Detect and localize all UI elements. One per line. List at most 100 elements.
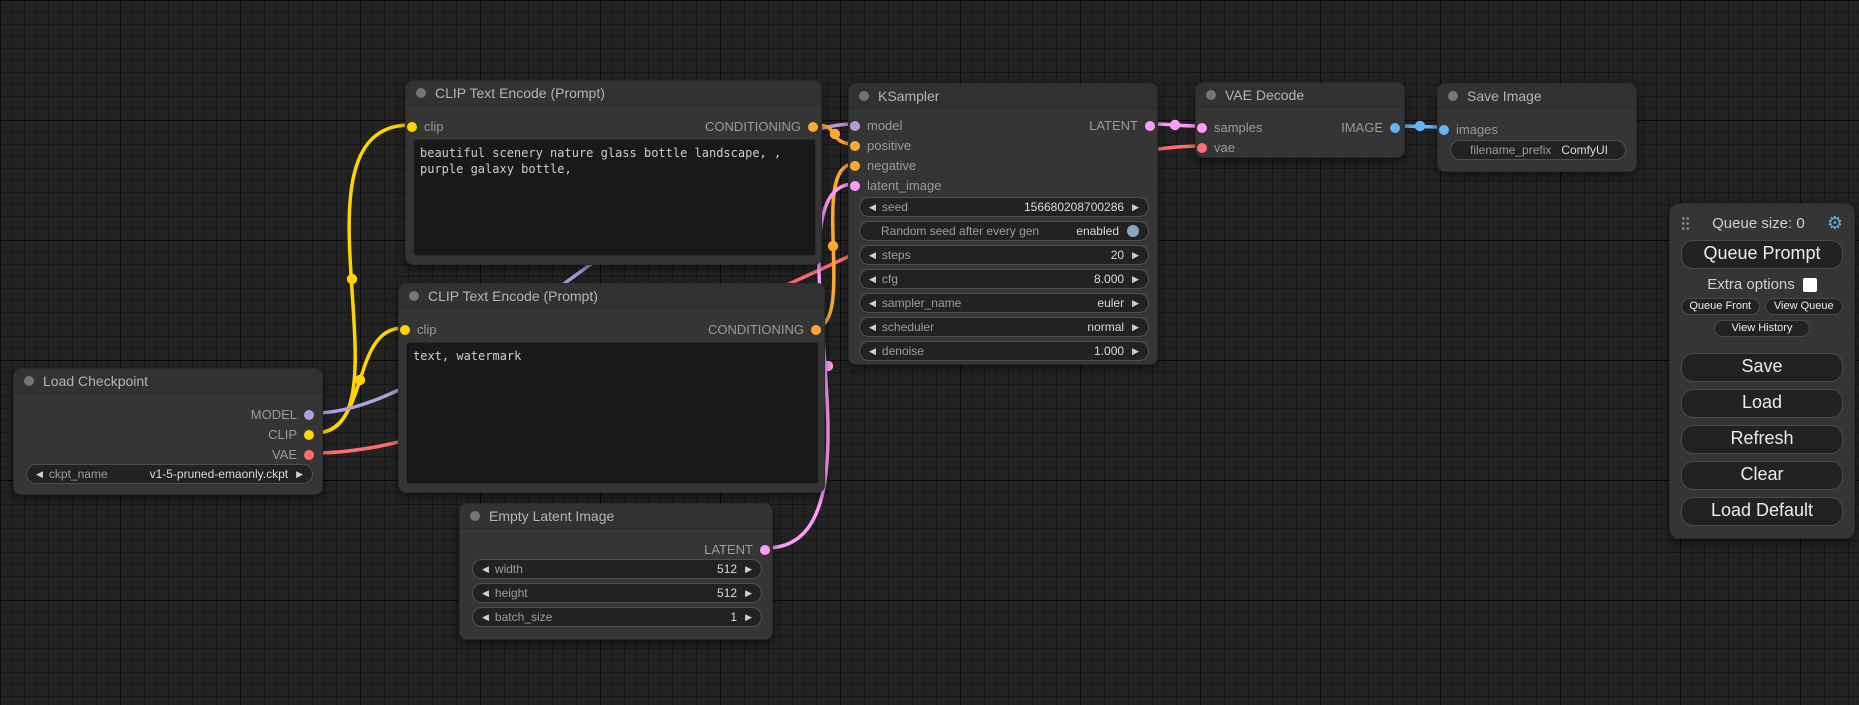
node-save-image[interactable]: Save Image images filename_prefix ComfyU…: [1437, 83, 1637, 172]
increment-arrow-icon[interactable]: ▶: [745, 589, 752, 598]
decrement-arrow-icon[interactable]: ◀: [869, 299, 876, 308]
model-port-icon[interactable]: [850, 121, 860, 131]
widget-value[interactable]: 156680208700286: [1024, 200, 1124, 214]
decrement-arrow-icon[interactable]: ◀: [869, 347, 876, 356]
collapse-dot-icon[interactable]: [470, 511, 480, 521]
widget-value[interactable]: 1.000: [1094, 344, 1124, 358]
widget-value[interactable]: 1: [730, 610, 737, 624]
latent-port-icon[interactable]: [760, 545, 770, 555]
denoise-widget[interactable]: ◀ denoise 1.000 ▶: [859, 341, 1149, 361]
node-load-checkpoint[interactable]: Load Checkpoint MODEL CLIP VAE ◀ ckpt_na…: [13, 368, 323, 495]
decrement-arrow-icon[interactable]: ◀: [869, 275, 876, 284]
widget-value[interactable]: 20: [1111, 248, 1124, 262]
collapse-dot-icon[interactable]: [24, 376, 34, 386]
latent-port-icon[interactable]: [850, 181, 860, 191]
input-port-positive[interactable]: positive: [850, 138, 911, 153]
decrement-arrow-icon[interactable]: ◀: [482, 613, 489, 622]
increment-arrow-icon[interactable]: ▶: [1132, 203, 1139, 212]
queue-prompt-button[interactable]: Queue Prompt: [1681, 240, 1843, 269]
clear-button[interactable]: Clear: [1681, 461, 1843, 490]
increment-arrow-icon[interactable]: ▶: [1132, 323, 1139, 332]
extra-options-checkbox[interactable]: [1803, 278, 1817, 292]
widget-value[interactable]: 512: [717, 562, 737, 576]
drag-handle-icon[interactable]: [1681, 216, 1690, 231]
refresh-button[interactable]: Refresh: [1681, 425, 1843, 454]
batch-size-widget[interactable]: ◀ batch_size 1 ▶: [472, 607, 762, 627]
collapse-dot-icon[interactable]: [859, 91, 869, 101]
output-port-conditioning[interactable]: CONDITIONING: [705, 119, 818, 134]
height-widget[interactable]: ◀ height 512 ▶: [472, 583, 762, 603]
input-port-vae[interactable]: vae: [1197, 140, 1235, 155]
decrement-arrow-icon[interactable]: ◀: [482, 589, 489, 598]
graph-canvas[interactable]: Load Checkpoint MODEL CLIP VAE ◀ ckpt_na…: [0, 0, 1859, 705]
node-clip-text-encode-positive[interactable]: CLIP Text Encode (Prompt) clip CONDITION…: [405, 80, 822, 265]
output-port-model[interactable]: MODEL: [251, 407, 314, 422]
input-port-model[interactable]: model: [850, 118, 902, 133]
node-title-bar[interactable]: VAE Decode: [1196, 83, 1404, 108]
input-port-clip[interactable]: clip: [400, 322, 437, 337]
clip-port-icon[interactable]: [400, 325, 410, 335]
node-title-bar[interactable]: KSampler: [849, 84, 1157, 109]
filename-prefix-widget[interactable]: filename_prefix ComfyUI: [1450, 140, 1626, 160]
input-port-images[interactable]: images: [1439, 122, 1498, 137]
prompt-textarea[interactable]: beautiful scenery nature glass bottle la…: [413, 139, 816, 256]
input-port-negative[interactable]: negative: [850, 158, 916, 173]
decrement-arrow-icon[interactable]: ◀: [869, 203, 876, 212]
collapse-dot-icon[interactable]: [409, 291, 419, 301]
model-port-icon[interactable]: [304, 410, 314, 420]
image-port-icon[interactable]: [1439, 125, 1449, 135]
load-button[interactable]: Load: [1681, 389, 1843, 418]
ckpt-name-widget[interactable]: ◀ ckpt_name v1-5-pruned-emaonly.ckpt ▶: [26, 464, 313, 484]
widget-value[interactable]: v1-5-pruned-emaonly.ckpt: [150, 467, 289, 481]
toggle-enabled-icon[interactable]: [1127, 225, 1139, 237]
output-port-clip[interactable]: CLIP: [268, 427, 314, 442]
prompt-textarea[interactable]: text, watermark: [406, 342, 819, 484]
widget-value[interactable]: normal: [1087, 320, 1124, 334]
scheduler-widget[interactable]: ◀ scheduler normal ▶: [859, 317, 1149, 337]
conditioning-port-icon[interactable]: [811, 325, 821, 335]
node-ksampler[interactable]: KSampler model positive negative latent_…: [848, 83, 1158, 365]
clip-port-icon[interactable]: [304, 430, 314, 440]
increment-arrow-icon[interactable]: ▶: [745, 565, 752, 574]
vae-port-icon[interactable]: [304, 450, 314, 460]
conditioning-port-icon[interactable]: [850, 161, 860, 171]
widget-value[interactable]: 8.000: [1094, 272, 1124, 286]
decrement-arrow-icon[interactable]: ◀: [869, 251, 876, 260]
decrement-arrow-icon[interactable]: ◀: [36, 470, 43, 479]
decrement-arrow-icon[interactable]: ◀: [869, 323, 876, 332]
sampler-name-widget[interactable]: ◀ sampler_name euler ▶: [859, 293, 1149, 313]
widget-value[interactable]: ComfyUI: [1561, 143, 1608, 157]
node-empty-latent-image[interactable]: Empty Latent Image LATENT ◀ width 512 ▶ …: [459, 503, 773, 640]
width-widget[interactable]: ◀ width 512 ▶: [472, 559, 762, 579]
load-default-button[interactable]: Load Default: [1681, 497, 1843, 526]
node-title-bar[interactable]: Save Image: [1438, 84, 1636, 109]
increment-arrow-icon[interactable]: ▶: [1132, 275, 1139, 284]
output-port-latent[interactable]: LATENT: [704, 542, 770, 557]
conditioning-port-icon[interactable]: [808, 122, 818, 132]
increment-arrow-icon[interactable]: ▶: [1132, 251, 1139, 260]
node-vae-decode[interactable]: VAE Decode samples vae IMAGE: [1195, 82, 1405, 158]
view-queue-button[interactable]: View Queue: [1765, 298, 1844, 315]
image-port-icon[interactable]: [1390, 123, 1400, 133]
collapse-dot-icon[interactable]: [416, 88, 426, 98]
output-port-image[interactable]: IMAGE: [1341, 120, 1400, 135]
queue-front-button[interactable]: Queue Front: [1681, 298, 1760, 315]
output-port-latent[interactable]: LATENT: [1089, 118, 1155, 133]
collapse-dot-icon[interactable]: [1448, 91, 1458, 101]
steps-widget[interactable]: ◀ steps 20 ▶: [859, 245, 1149, 265]
input-port-clip[interactable]: clip: [407, 119, 444, 134]
node-title-bar[interactable]: Empty Latent Image: [460, 504, 772, 529]
clip-port-icon[interactable]: [407, 122, 417, 132]
output-port-vae[interactable]: VAE: [272, 447, 314, 462]
decrement-arrow-icon[interactable]: ◀: [482, 565, 489, 574]
input-port-latent-image[interactable]: latent_image: [850, 178, 941, 193]
increment-arrow-icon[interactable]: ▶: [296, 470, 303, 479]
input-port-samples[interactable]: samples: [1197, 120, 1262, 135]
node-title-bar[interactable]: CLIP Text Encode (Prompt): [399, 284, 824, 309]
seed-widget[interactable]: ◀ seed 156680208700286 ▶: [859, 197, 1149, 217]
increment-arrow-icon[interactable]: ▶: [1132, 299, 1139, 308]
vae-port-icon[interactable]: [1197, 143, 1207, 153]
settings-gear-icon[interactable]: ⚙: [1827, 214, 1843, 232]
collapse-dot-icon[interactable]: [1206, 90, 1216, 100]
node-title-bar[interactable]: CLIP Text Encode (Prompt): [406, 81, 821, 106]
